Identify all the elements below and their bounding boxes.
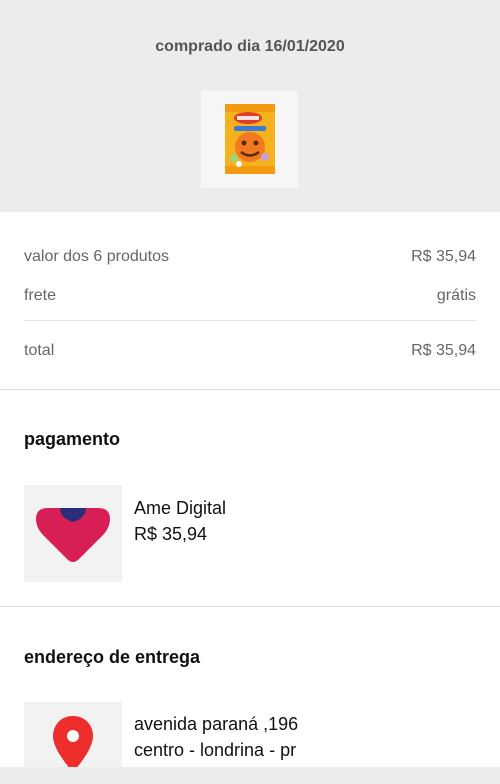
total-label: total (24, 342, 55, 359)
payment-method-name: Ame Digital (134, 498, 227, 518)
address-info: avenida paraná ,196 centro - londrina - … (134, 711, 298, 763)
shipping-row: frete grátis (24, 287, 476, 305)
address-title: endereço de entrega (24, 647, 201, 667)
shipping-label: frete (24, 287, 57, 304)
payment-amount: R$ 35,94 (134, 524, 208, 544)
payment-method-icon-box (24, 485, 122, 582)
address-icon-box (24, 702, 122, 767)
address-line-1: avenida paraná ,196 (134, 714, 299, 734)
location-pin-icon (53, 716, 93, 767)
ame-digital-logo-icon (36, 508, 110, 562)
payment-section: pagamento Ame Digital R$ 35,94 (0, 390, 500, 607)
total-row: total R$ 35,94 (24, 342, 476, 360)
order-summary: valor dos 6 produtos R$ 35,94 frete grát… (0, 212, 500, 390)
address-section: endereço de entrega avenida paraná ,196 … (0, 607, 500, 767)
address-line-2: centro - londrina - pr (134, 740, 297, 760)
products-value-row: valor dos 6 produtos R$ 35,94 (24, 248, 476, 266)
shipping-value: grátis (436, 287, 476, 304)
payment-info: Ame Digital R$ 35,94 (134, 495, 226, 547)
product-package-image (225, 104, 275, 174)
total-value: R$ 35,94 (411, 342, 476, 359)
products-value-label: valor dos 6 produtos (24, 248, 169, 265)
product-thumbnail[interactable] (201, 91, 298, 188)
payment-title: pagamento (24, 429, 121, 449)
order-header: comprado dia 16/01/2020 (0, 0, 500, 212)
bottom-bar (0, 767, 500, 784)
purchase-date: comprado dia 16/01/2020 (155, 38, 345, 55)
summary-divider (24, 320, 476, 321)
products-value-amount: R$ 35,94 (411, 248, 476, 265)
